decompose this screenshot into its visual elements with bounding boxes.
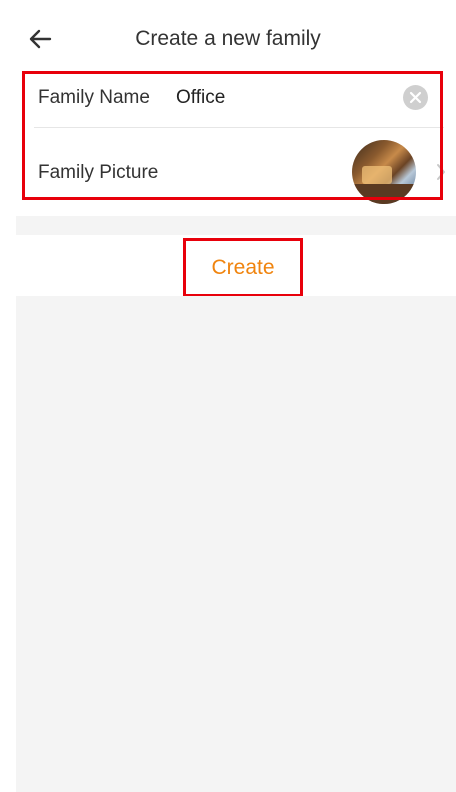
clear-circle-icon [409,91,422,104]
chevron-right-glyph [437,164,445,180]
family-name-input[interactable] [176,85,396,111]
create-button[interactable]: Create [183,238,303,297]
chevron-right-icon[interactable] [434,162,448,182]
family-picture-row[interactable]: Family Picture [34,128,454,204]
empty-content-area [16,296,456,792]
family-picture-avatar[interactable] [352,140,416,204]
clear-button[interactable] [403,85,428,110]
family-name-row: Family Name [34,71,444,127]
avatar-floor [352,184,416,204]
family-picture-label: Family Picture [38,162,159,183]
avatar-light [362,166,392,184]
section-gap [16,216,456,235]
family-name-label: Family Name [38,87,150,108]
